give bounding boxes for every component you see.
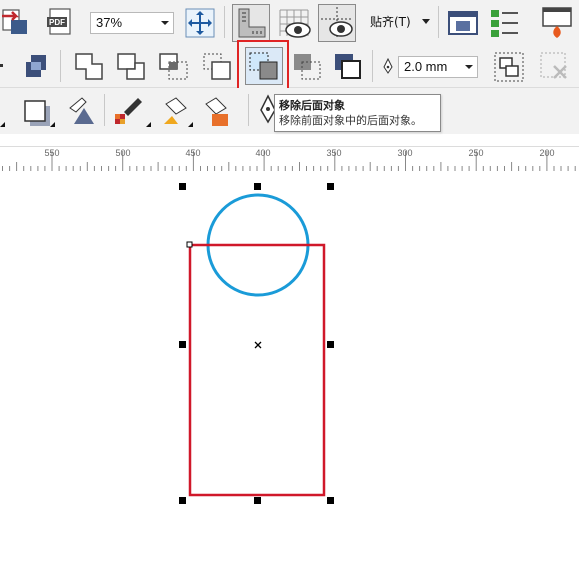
combine-button[interactable]	[22, 52, 52, 80]
toolbar-separator	[104, 94, 105, 126]
transparency-button[interactable]	[66, 94, 102, 130]
drop-shadow-button[interactable]	[20, 96, 54, 130]
corner-marker	[146, 122, 151, 127]
ruler-label: 200	[539, 148, 555, 158]
welcome-screen-button[interactable]	[488, 7, 522, 39]
outline-width-value: 2.0 mm	[404, 59, 448, 74]
chevron-down-icon	[465, 65, 473, 69]
delete-guidelines-button	[538, 50, 572, 84]
corner-marker	[0, 122, 5, 127]
pdf-export-icon: PDF	[47, 8, 71, 35]
weld-icon	[75, 53, 103, 80]
weld-button[interactable]	[72, 50, 106, 82]
trim-button[interactable]	[114, 50, 148, 82]
selection-handle-bottom-right[interactable]	[327, 497, 334, 504]
standard-toolbar: PDF 37% 贴齐(T)	[0, 0, 579, 45]
grid-toggle-button[interactable]	[276, 6, 314, 40]
paint-bucket-button[interactable]	[198, 94, 234, 130]
snap-to-label: 贴齐(T)	[370, 15, 411, 29]
ruler-label: 400	[255, 148, 271, 158]
ruler-label: 500	[115, 148, 131, 158]
paint-bucket-icon	[164, 97, 187, 124]
toolbar-grip	[0, 64, 3, 67]
corner-marker	[50, 122, 55, 127]
guidelines-icon	[321, 7, 353, 39]
transparency-icon	[69, 97, 94, 124]
trim-icon	[117, 53, 145, 80]
corner-marker	[188, 122, 193, 127]
selection-handle-top-center[interactable]	[254, 183, 261, 190]
eyedropper-icon	[115, 98, 142, 124]
align-distribute-icon	[494, 52, 524, 82]
options-icon	[448, 11, 478, 35]
zoom-level-select[interactable]: 37%	[90, 12, 174, 34]
full-screen-preview-button[interactable]	[184, 7, 216, 39]
property-bar: 2.0 mm	[0, 40, 579, 90]
tooltip-title: 移除后面对象	[279, 99, 345, 112]
node-handle[interactable]	[186, 241, 193, 248]
outline-pen-icon	[380, 58, 396, 74]
delete-icon	[540, 52, 567, 79]
create-boundary-icon	[335, 54, 361, 79]
import-button[interactable]	[0, 6, 34, 38]
fill-bucket-icon	[205, 97, 228, 126]
welcome-screen-icon	[491, 10, 518, 37]
ruler-label: 450	[185, 148, 201, 158]
selection-handle-middle-left[interactable]	[179, 341, 186, 348]
intersect-button[interactable]	[156, 50, 192, 84]
rulers-toggle-button[interactable]	[232, 4, 270, 42]
align-distribute-button[interactable]	[492, 50, 526, 84]
intersect-icon	[159, 53, 188, 80]
color-eyedropper-button[interactable]	[112, 94, 146, 130]
horizontal-ruler[interactable]: 550 500 450 400 350 300 250 200	[0, 146, 579, 172]
zoom-level-value: 37%	[96, 15, 123, 30]
back-minus-front-icon	[249, 52, 278, 80]
guidelines-toggle-button[interactable]	[318, 4, 356, 42]
front-minus-back-icon	[294, 54, 321, 80]
selection-handle-top-left[interactable]	[179, 183, 186, 190]
tooltip: 移除后面对象 移除前面对象中的后面对象。	[274, 94, 441, 132]
snap-to-dropdown[interactable]: 贴齐(T)	[364, 11, 434, 33]
red-rectangle[interactable]	[188, 243, 326, 497]
simplify-icon	[203, 53, 231, 80]
selection-handle-bottom-left[interactable]	[179, 497, 186, 504]
full-screen-icon	[185, 8, 215, 38]
selection-handle-top-right[interactable]	[327, 183, 334, 190]
chevron-down-icon	[422, 19, 430, 24]
rulers-icon	[238, 8, 266, 38]
selection-handle-middle-right[interactable]	[327, 341, 334, 348]
tooltip-description: 移除前面对象中的后面对象。	[279, 114, 422, 127]
canvas-artwork	[186, 193, 326, 497]
ruler-label: 350	[326, 148, 342, 158]
import-icon	[2, 9, 27, 34]
create-boundary-button[interactable]	[330, 50, 366, 84]
combine-icon	[26, 55, 46, 77]
options-button[interactable]	[446, 7, 480, 39]
toolbar-separator	[224, 6, 225, 38]
ruler-label: 300	[397, 148, 413, 158]
ruler-ticks	[2, 151, 576, 171]
simplify-button[interactable]	[199, 50, 235, 84]
drop-shadow-icon	[24, 100, 50, 126]
back-minus-front-button[interactable]	[237, 40, 289, 90]
toolbar-separator	[438, 6, 439, 38]
toolbar-separator	[372, 50, 373, 82]
attributes-eyedropper-button[interactable]	[158, 94, 192, 130]
export-pdf-button[interactable]: PDF	[44, 6, 76, 38]
selection-handle-bottom-center[interactable]	[254, 497, 261, 504]
toolbar-separator	[60, 50, 61, 82]
launch-icon	[542, 7, 572, 38]
center-marker[interactable]	[254, 341, 262, 349]
ruler-label: 250	[468, 148, 484, 158]
toolbar-separator	[248, 94, 249, 126]
svg-text:PDF: PDF	[49, 18, 65, 27]
drawing-canvas[interactable]	[0, 171, 579, 579]
ruler-label: 550	[44, 148, 60, 158]
chevron-down-icon	[161, 21, 169, 25]
launch-button[interactable]	[540, 5, 574, 39]
grid-icon	[279, 9, 311, 38]
outline-width-select[interactable]: 2.0 mm	[398, 56, 478, 78]
back-minus-front-pressed	[245, 47, 283, 85]
front-minus-back-button[interactable]	[290, 50, 324, 84]
